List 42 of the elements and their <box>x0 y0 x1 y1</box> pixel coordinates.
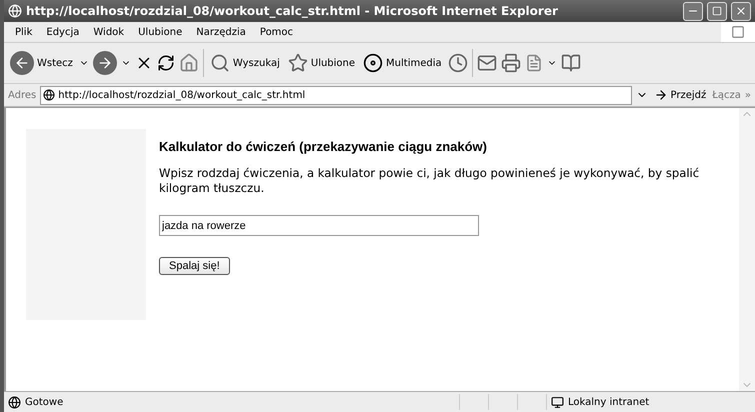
back-button[interactable]: Wstecz <box>8 49 75 77</box>
address-label: Adres <box>8 90 36 100</box>
menu-item[interactable]: Widok <box>86 26 132 38</box>
print-button[interactable] <box>500 53 521 73</box>
more-chevron[interactable]: » <box>744 90 751 100</box>
menu-item[interactable]: Ulubione <box>131 26 190 38</box>
menu-item[interactable]: Edycja <box>39 26 86 38</box>
refresh-button[interactable] <box>156 54 175 72</box>
forward-button[interactable] <box>92 51 117 75</box>
zone-label: Lokalny intranet <box>568 396 650 408</box>
page-icon <box>8 396 21 408</box>
close-icon <box>735 5 747 17</box>
close-button[interactable] <box>731 2 751 20</box>
history-button[interactable] <box>448 53 468 73</box>
submit-button[interactable]: Spalaj się! <box>159 257 230 275</box>
arrow-icon <box>654 88 668 102</box>
minimize-button[interactable] <box>683 2 703 20</box>
favorites-button[interactable]: Ulubione <box>286 51 358 75</box>
description: Wpisz rodzdaj ćwiczenia, a kalkulator powie ci, jak długo powinieneś je wykonywać, by spalić kilogram tłuszczu. <box>159 166 700 196</box>
mail-button[interactable] <box>476 53 497 73</box>
links-label[interactable]: Łącza <box>712 90 741 100</box>
address-field[interactable]: http://localhost/rozdzial_08/workout_calc_str.html <box>40 86 632 104</box>
forward-arrow-icon <box>96 55 113 71</box>
research-button[interactable] <box>560 53 581 73</box>
exercise-input[interactable]: jazda na rowerze <box>159 215 479 236</box>
page-icon <box>43 89 56 101</box>
square-icon <box>731 25 745 39</box>
maximize-button[interactable] <box>707 2 727 20</box>
media-button[interactable]: Multimedia <box>361 51 444 75</box>
page-heading: Kalkulator do ćwiczeń (przekazywanie ciągu znaków) <box>159 139 487 154</box>
maximize-icon <box>712 6 722 16</box>
browser-icon <box>8 4 22 18</box>
star-icon <box>288 53 308 73</box>
search-button[interactable]: Wyszukaj <box>208 51 282 75</box>
menu-item[interactable]: Plik <box>8 26 40 38</box>
menu-item[interactable]: Narzędzia <box>189 26 253 38</box>
search-icon <box>210 53 230 73</box>
go-button[interactable]: Przejdź <box>652 86 708 104</box>
window-title: http://localhost/rozdzial_08/workout_calc_str.html - Microsoft Internet Explorer <box>26 4 559 18</box>
status-text: Gotowe <box>25 396 64 408</box>
disc-icon <box>363 53 384 73</box>
menu-item[interactable]: Pomoc <box>252 26 300 38</box>
